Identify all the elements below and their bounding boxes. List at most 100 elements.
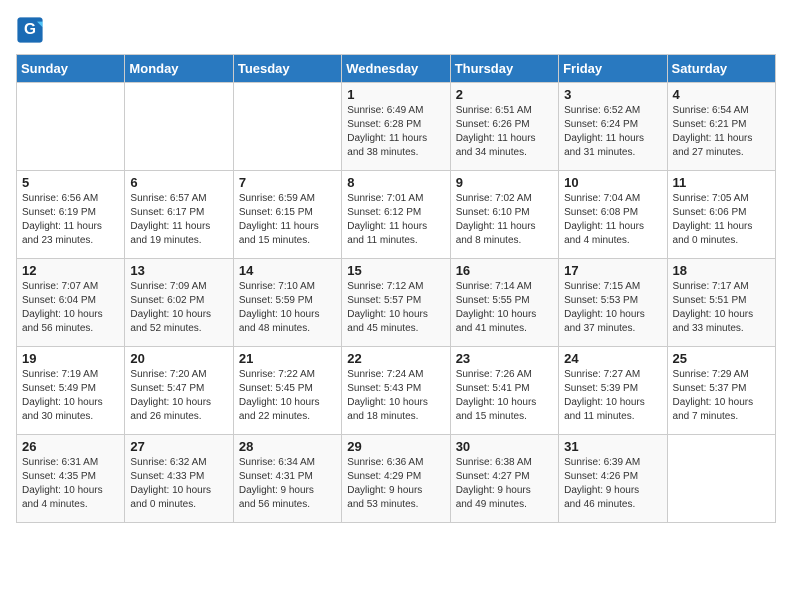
calendar-cell: 9 Sunrise: 7:02 AMSunset: 6:10 PMDaylight… [450,171,558,259]
day-info: Sunrise: 6:57 AMSunset: 6:17 PMDaylight:… [130,192,227,248]
day-info: Sunrise: 6:38 AMSunset: 4:27 PMDaylight:… [456,456,553,512]
calendar-cell: 7Sunrise: 6:59 AMSunset: 6:15 PMDaylight… [233,171,341,259]
day-info: Sunrise: 6:52 AMSunset: 6:24 PMDaylight:… [564,104,661,160]
day-info: Sunrise: 7:07 AMSunset: 6:04 PMDaylight:… [22,280,119,336]
calendar-cell: 26 Sunrise: 6:31 AMSunset: 4:35 PMDayligh… [17,435,125,523]
day-info: Sunrise: 7:04 AMSunset: 6:08 PMDaylight:… [564,192,661,248]
calendar-cell: 25 Sunrise: 7:29 AMSunset: 5:37 PMDayligh… [667,347,775,435]
calendar-cell: 20 Sunrise: 7:20 AMSunset: 5:47 PMDayligh… [125,347,233,435]
day-number: 28 [239,439,336,454]
day-number: 23 [456,351,553,366]
calendar-cell: 14 Sunrise: 7:10 AMSunset: 5:59 PMDayligh… [233,259,341,347]
calendar-cell: 13 Sunrise: 7:09 AMSunset: 6:02 PMDayligh… [125,259,233,347]
day-number: 11 [673,175,770,190]
calendar-cell: 28 Sunrise: 6:34 AMSunset: 4:31 PMDayligh… [233,435,341,523]
calendar-cell: 1 Sunrise: 6:49 AMSunset: 6:28 PMDaylight… [342,83,450,171]
calendar-cell: 21 Sunrise: 7:22 AMSunset: 5:45 PMDayligh… [233,347,341,435]
day-number: 27 [130,439,227,454]
calendar-cell: 11 Sunrise: 7:05 AMSunset: 6:06 PMDayligh… [667,171,775,259]
day-info: Sunrise: 7:14 AMSunset: 5:55 PMDaylight:… [456,280,553,336]
day-number: 24 [564,351,661,366]
day-info: Sunrise: 7:09 AMSunset: 6:02 PMDaylight:… [130,280,227,336]
calendar-cell: 24 Sunrise: 7:27 AMSunset: 5:39 PMDayligh… [559,347,667,435]
day-number: 25 [673,351,770,366]
calendar-week-row: 26 Sunrise: 6:31 AMSunset: 4:35 PMDayligh… [17,435,776,523]
day-number: 17 [564,263,661,278]
day-number: 7 [239,175,336,190]
calendar-cell: 4 Sunrise: 6:54 AMSunset: 6:21 PMDaylight… [667,83,775,171]
day-info: Sunrise: 6:56 AMSunset: 6:19 PMDaylight:… [22,192,119,248]
day-number: 31 [564,439,661,454]
day-info: Sunrise: 6:39 AMSunset: 4:26 PMDaylight:… [564,456,661,512]
calendar-table: SundayMondayTuesdayWednesdayThursdayFrid… [16,54,776,523]
day-info: Sunrise: 6:31 AMSunset: 4:35 PMDaylight:… [22,456,119,512]
calendar-cell: 30Sunrise: 6:38 AMSunset: 4:27 PMDayligh… [450,435,558,523]
day-info: Sunrise: 7:27 AMSunset: 5:39 PMDaylight:… [564,368,661,424]
day-number: 12 [22,263,119,278]
day-number: 20 [130,351,227,366]
day-info: Sunrise: 6:34 AMSunset: 4:31 PMDaylight:… [239,456,336,512]
calendar-cell: 5 Sunrise: 6:56 AMSunset: 6:19 PMDaylight… [17,171,125,259]
day-number: 26 [22,439,119,454]
day-number: 14 [239,263,336,278]
day-info: Sunrise: 7:26 AMSunset: 5:41 PMDaylight:… [456,368,553,424]
calendar-cell [17,83,125,171]
column-header-saturday: Saturday [667,55,775,83]
calendar-cell: 17 Sunrise: 7:15 AMSunset: 5:53 PMDayligh… [559,259,667,347]
day-info: Sunrise: 6:54 AMSunset: 6:21 PMDaylight:… [673,104,770,160]
day-info: Sunrise: 7:02 AMSunset: 6:10 PMDaylight:… [456,192,553,248]
calendar-week-row: 5 Sunrise: 6:56 AMSunset: 6:19 PMDaylight… [17,171,776,259]
logo-icon: G [16,16,44,44]
calendar-header-row: SundayMondayTuesdayWednesdayThursdayFrid… [17,55,776,83]
day-number: 1 [347,87,444,102]
day-info: Sunrise: 7:19 AMSunset: 5:49 PMDaylight:… [22,368,119,424]
calendar-cell: 23 Sunrise: 7:26 AMSunset: 5:41 PMDayligh… [450,347,558,435]
day-info: Sunrise: 6:51 AMSunset: 6:26 PMDaylight:… [456,104,553,160]
logo: G [16,16,48,44]
calendar-week-row: 1 Sunrise: 6:49 AMSunset: 6:28 PMDaylight… [17,83,776,171]
day-info: Sunrise: 6:36 AMSunset: 4:29 PMDaylight:… [347,456,444,512]
page-header: G [16,16,776,44]
calendar-cell: 10 Sunrise: 7:04 AMSunset: 6:08 PMDayligh… [559,171,667,259]
calendar-cell: 8Sunrise: 7:01 AMSunset: 6:12 PMDaylight… [342,171,450,259]
day-info: Sunrise: 6:32 AMSunset: 4:33 PMDaylight:… [130,456,227,512]
day-number: 10 [564,175,661,190]
calendar-cell: 15Sunrise: 7:12 AMSunset: 5:57 PMDayligh… [342,259,450,347]
day-info: Sunrise: 7:22 AMSunset: 5:45 PMDaylight:… [239,368,336,424]
day-number: 19 [22,351,119,366]
day-info: Sunrise: 7:05 AMSunset: 6:06 PMDaylight:… [673,192,770,248]
calendar-cell: 27 Sunrise: 6:32 AMSunset: 4:33 PMDayligh… [125,435,233,523]
column-header-wednesday: Wednesday [342,55,450,83]
calendar-cell: 18Sunrise: 7:17 AMSunset: 5:51 PMDayligh… [667,259,775,347]
calendar-cell: 12 Sunrise: 7:07 AMSunset: 6:04 PMDayligh… [17,259,125,347]
day-number: 21 [239,351,336,366]
day-number: 22 [347,351,444,366]
calendar-cell: 2Sunrise: 6:51 AMSunset: 6:26 PMDaylight… [450,83,558,171]
day-number: 3 [564,87,661,102]
day-number: 18 [673,263,770,278]
calendar-week-row: 12 Sunrise: 7:07 AMSunset: 6:04 PMDayligh… [17,259,776,347]
day-number: 29 [347,439,444,454]
day-info: Sunrise: 6:49 AMSunset: 6:28 PMDaylight:… [347,104,444,160]
day-info: Sunrise: 7:10 AMSunset: 5:59 PMDaylight:… [239,280,336,336]
day-info: Sunrise: 7:20 AMSunset: 5:47 PMDaylight:… [130,368,227,424]
calendar-cell: 31 Sunrise: 6:39 AMSunset: 4:26 PMDayligh… [559,435,667,523]
calendar-cell: 3 Sunrise: 6:52 AMSunset: 6:24 PMDaylight… [559,83,667,171]
day-number: 16 [456,263,553,278]
calendar-cell [233,83,341,171]
day-number: 6 [130,175,227,190]
calendar-cell: 6 Sunrise: 6:57 AMSunset: 6:17 PMDaylight… [125,171,233,259]
day-number: 9 [456,175,553,190]
day-info: Sunrise: 7:24 AMSunset: 5:43 PMDaylight:… [347,368,444,424]
column-header-monday: Monday [125,55,233,83]
day-info: Sunrise: 7:29 AMSunset: 5:37 PMDaylight:… [673,368,770,424]
column-header-tuesday: Tuesday [233,55,341,83]
day-info: Sunrise: 7:15 AMSunset: 5:53 PMDaylight:… [564,280,661,336]
day-number: 8 [347,175,444,190]
svg-text:G: G [24,21,36,38]
day-number: 5 [22,175,119,190]
day-info: Sunrise: 7:12 AMSunset: 5:57 PMDaylight:… [347,280,444,336]
day-number: 4 [673,87,770,102]
day-number: 13 [130,263,227,278]
column-header-friday: Friday [559,55,667,83]
